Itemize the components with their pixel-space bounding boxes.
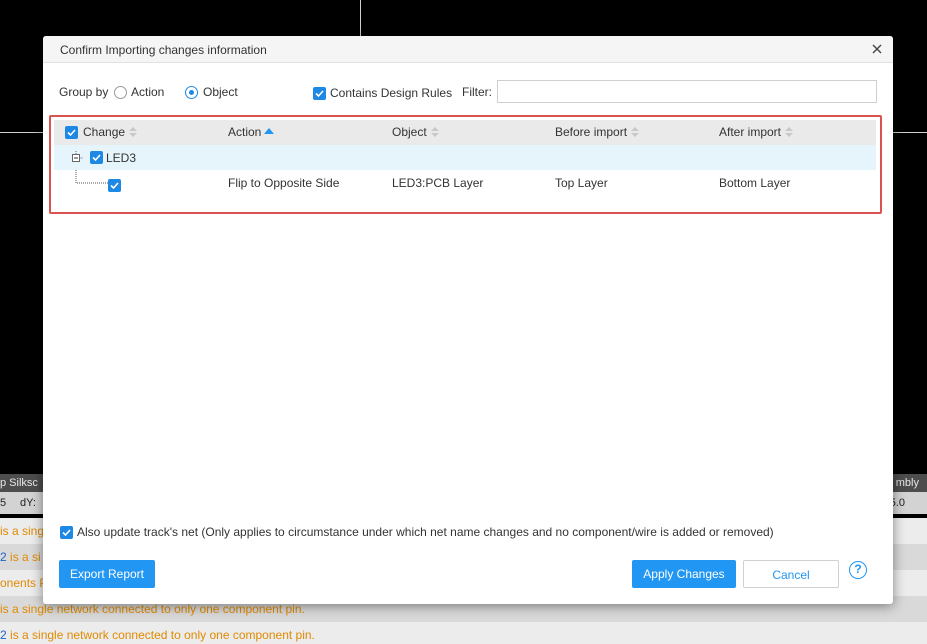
sort-ascending-icon xyxy=(264,128,275,134)
log-row[interactable]: 2 is a single network connected to only … xyxy=(0,622,927,644)
check-icon xyxy=(110,182,119,190)
sort-icon xyxy=(631,127,640,137)
row-checkbox[interactable] xyxy=(108,179,121,192)
log-message: is a si xyxy=(6,550,41,564)
filter-label: Filter: xyxy=(462,85,492,99)
check-icon xyxy=(62,529,71,537)
table-row[interactable]: Flip to Opposite Side LED3:PCB Layer Top… xyxy=(54,170,876,195)
group-by-action-label[interactable]: Action xyxy=(131,85,164,99)
group-by-object-label[interactable]: Object xyxy=(203,85,238,99)
update-track-net-checkbox[interactable] xyxy=(60,526,73,539)
sort-icon xyxy=(129,127,138,137)
log-message: is a single network connected to only on… xyxy=(6,628,315,642)
contains-design-rules-checkbox[interactable] xyxy=(313,87,326,100)
layer-label-left: p Silksc xyxy=(0,477,38,489)
column-header-object[interactable]: Object xyxy=(392,125,440,139)
row-action: Flip to Opposite Side xyxy=(228,176,340,190)
sort-icon xyxy=(430,127,439,137)
cancel-button[interactable]: Cancel xyxy=(743,560,839,588)
coord-x-value: 5 xyxy=(0,497,7,509)
column-header-change[interactable]: Change xyxy=(83,125,138,139)
table-group-row[interactable]: LED3 xyxy=(54,145,876,170)
group-by-action-radio[interactable] xyxy=(114,86,127,99)
export-report-button[interactable]: Export Report xyxy=(59,560,155,588)
close-button[interactable] xyxy=(869,41,885,57)
update-track-net-label[interactable]: Also update track's net (Only applies to… xyxy=(77,525,774,539)
help-icon[interactable]: ? xyxy=(849,561,867,579)
row-before-import: Top Layer xyxy=(555,176,608,190)
table-header: Change Action Object Before import After… xyxy=(54,120,876,145)
select-all-checkbox[interactable] xyxy=(65,126,78,139)
column-header-before-import[interactable]: Before import xyxy=(555,125,640,139)
column-header-action[interactable]: Action xyxy=(228,125,275,139)
dialog-title: Confirm Importing changes information xyxy=(60,43,267,57)
close-icon xyxy=(872,44,882,54)
apply-changes-button[interactable]: Apply Changes xyxy=(632,560,736,588)
check-icon xyxy=(315,90,324,98)
row-object: LED3:PCB Layer xyxy=(392,176,484,190)
group-name: LED3 xyxy=(106,151,137,165)
sort-icon xyxy=(785,127,794,137)
log-message: onents P xyxy=(0,576,48,590)
group-by-object-radio[interactable] xyxy=(185,86,198,99)
check-icon xyxy=(67,129,76,137)
canvas-grid-line xyxy=(0,132,43,133)
log-message: is a single network connected to only on… xyxy=(0,602,305,616)
group-checkbox[interactable] xyxy=(90,151,103,164)
row-after-import: Bottom Layer xyxy=(719,176,791,190)
column-header-after-import[interactable]: After import xyxy=(719,125,794,139)
canvas-grid-line xyxy=(360,0,361,36)
collapse-icon[interactable] xyxy=(71,151,83,163)
coord-dy-label: dY: xyxy=(20,497,36,509)
check-icon xyxy=(92,154,101,162)
canvas-grid-line xyxy=(893,132,927,133)
contains-design-rules-label[interactable]: Contains Design Rules xyxy=(330,86,452,100)
filter-input[interactable] xyxy=(497,80,877,103)
group-by-label: Group by xyxy=(59,85,109,99)
import-changes-dialog: Confirm Importing changes information Gr… xyxy=(43,36,893,604)
layer-label-right: mbly xyxy=(895,477,919,489)
log-message: is a sing xyxy=(0,524,45,538)
